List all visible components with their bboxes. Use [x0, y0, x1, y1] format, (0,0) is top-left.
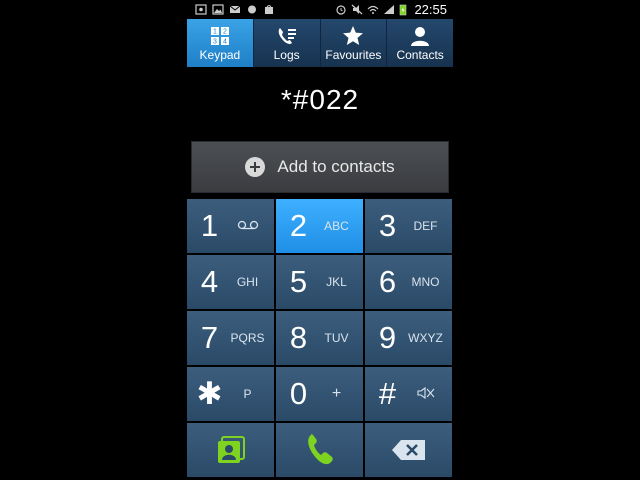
call-button[interactable] — [276, 423, 363, 477]
signal-icon — [384, 5, 395, 14]
backspace-icon — [391, 440, 425, 460]
key-digit: 4 — [200, 264, 219, 299]
add-to-contacts-button[interactable]: Add to contacts — [191, 141, 449, 193]
key-digit: 5 — [289, 264, 308, 299]
key-digit: 8 — [289, 320, 308, 355]
status-bar: 22:55 — [187, 0, 453, 19]
key-letters: + — [331, 385, 342, 402]
key-digit: 2 — [289, 208, 308, 243]
svg-text:3: 3 — [213, 39, 217, 46]
keypad-icon: 1 2 3 4 — [210, 27, 229, 46]
view-contacts-button[interactable] — [187, 423, 274, 477]
tab-bar: 1 2 3 4 Keypad Logs Favourites Contacts — [187, 19, 453, 67]
tab-label: Keypad — [199, 48, 241, 62]
key-star[interactable]: ✱ P — [187, 367, 274, 421]
key-letters: GHI — [236, 275, 259, 289]
key-8[interactable]: 8 TUV — [276, 311, 363, 365]
contact-card-icon — [217, 436, 245, 463]
record-icon — [248, 5, 256, 14]
contacts-icon — [411, 27, 430, 46]
alarm-icon — [336, 5, 347, 15]
key-letters: PQRS — [230, 331, 265, 345]
key-0[interactable]: 0 + — [276, 367, 363, 421]
key-3[interactable]: 3 DEF — [365, 199, 452, 253]
plus-icon — [245, 157, 266, 177]
wifi-icon — [368, 5, 379, 14]
key-letters: JKL — [326, 275, 347, 289]
tab-keypad[interactable]: 1 2 3 4 Keypad — [187, 19, 254, 67]
key-digit: 6 — [378, 264, 397, 299]
dialed-number[interactable]: *#022 — [187, 84, 453, 116]
tab-logs[interactable]: Logs — [253, 19, 321, 67]
key-letters: MNO — [411, 275, 440, 289]
key-digit: ✱ — [196, 376, 223, 411]
star-icon — [343, 26, 364, 45]
silent-mode-icon — [408, 386, 444, 403]
key-7[interactable]: 7 PQRS — [187, 311, 274, 365]
key-9[interactable]: 9 WXYZ — [365, 311, 452, 365]
voicemail-icon — [230, 219, 266, 233]
tab-contacts[interactable]: Contacts — [387, 19, 453, 67]
tab-label: Favourites — [325, 48, 382, 62]
key-letters: TUV — [324, 331, 349, 345]
key-6[interactable]: 6 MNO — [365, 255, 452, 309]
key-digit: 9 — [378, 320, 397, 355]
key-1[interactable]: 1 — [187, 199, 274, 253]
email-icon — [229, 5, 241, 13]
battery-icon — [400, 4, 407, 15]
logs-icon — [278, 28, 296, 44]
gallery-icon — [212, 4, 224, 15]
mute-icon — [352, 4, 363, 15]
key-hash[interactable]: # — [365, 367, 452, 421]
clock: 22:55 — [414, 2, 447, 17]
add-to-contacts-label: Add to contacts — [277, 157, 395, 176]
key-digit: 1 — [200, 208, 219, 243]
key-2[interactable]: 2 ABC — [276, 199, 363, 253]
key-digit: 7 — [200, 320, 219, 355]
tab-label: Logs — [273, 48, 300, 62]
key-4[interactable]: 4 GHI — [187, 255, 274, 309]
key-digit: # — [378, 376, 397, 411]
key-letters: ABC — [324, 219, 349, 233]
key-letters: P — [243, 387, 252, 401]
key-letters: WXYZ — [408, 331, 443, 345]
tab-label: Contacts — [396, 48, 444, 62]
dialer-screen: 22:55 1 2 3 4 Keypad Logs Favourites Con… — [187, 0, 453, 480]
key-letters: DEF — [413, 219, 438, 233]
phone-icon — [307, 434, 333, 465]
backspace-button[interactable] — [365, 423, 452, 477]
store-icon — [265, 5, 273, 14]
key-digit: 0 — [289, 376, 308, 411]
key-digit: 3 — [378, 208, 397, 243]
screenshot-icon — [195, 4, 207, 15]
svg-text:2: 2 — [223, 29, 227, 36]
svg-text:1: 1 — [213, 29, 217, 36]
tab-favourites[interactable]: Favourites — [320, 19, 388, 67]
svg-text:4: 4 — [223, 39, 227, 46]
dial-keypad: 1 2 ABC 3 DEF 4 GHI 5 JKL 6 MNO 7 PQRS 8… — [187, 199, 453, 477]
key-5[interactable]: 5 JKL — [276, 255, 363, 309]
